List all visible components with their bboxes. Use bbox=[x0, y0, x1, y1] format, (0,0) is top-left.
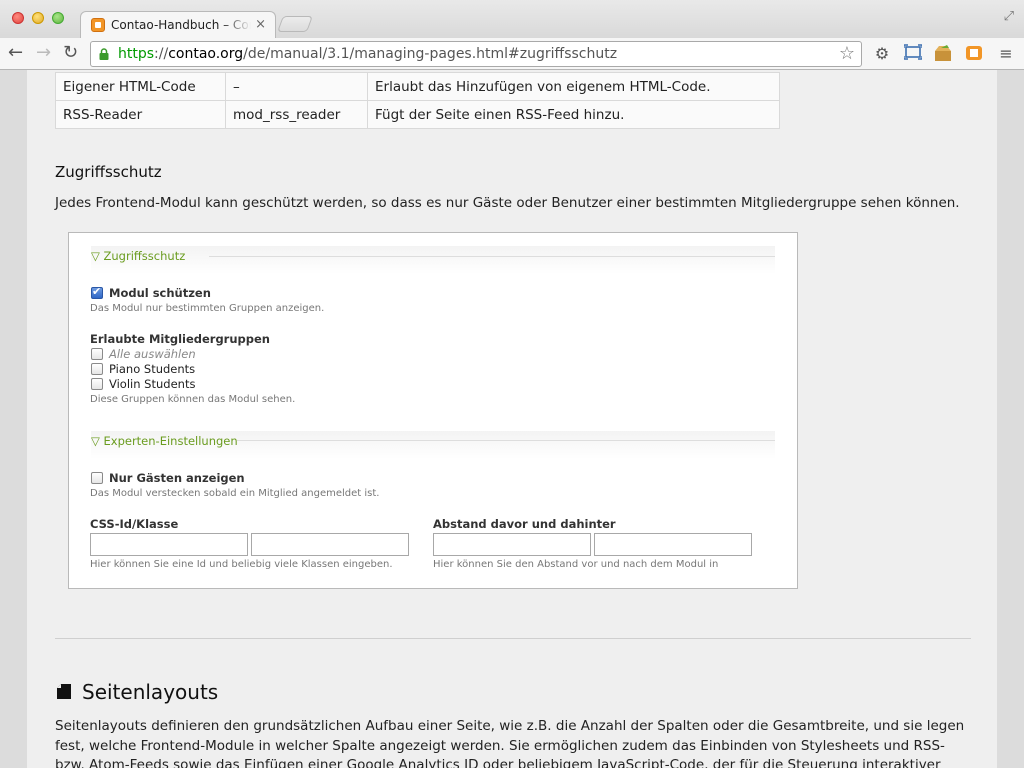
forward-arrow-icon[interactable]: → bbox=[36, 43, 51, 63]
legend-zugriffsschutz[interactable]: ▽ Zugriffsschutz bbox=[91, 249, 185, 263]
protect-module-help: Das Modul nur bestimmten Gruppen anzeige… bbox=[90, 303, 325, 314]
table-cell: RSS-Reader bbox=[55, 100, 226, 129]
table-cell: – bbox=[225, 72, 368, 101]
fullscreen-icon[interactable]: ⤢ bbox=[1004, 9, 1014, 24]
section-divider bbox=[55, 638, 971, 639]
legend-shade bbox=[91, 246, 775, 274]
groups-help: Diese Gruppen können das Modul sehen. bbox=[90, 394, 296, 405]
url-host: contao.org bbox=[168, 46, 244, 62]
legend-experten[interactable]: ▽ Experten-Einstellungen bbox=[91, 434, 238, 448]
table-cell: mod_rss_reader bbox=[225, 100, 368, 129]
document-icon bbox=[57, 684, 71, 699]
back-arrow-icon[interactable]: ← bbox=[8, 43, 23, 63]
table-row: RSS-Reader mod_rss_reader Fügt der Seite… bbox=[55, 100, 780, 129]
legend-divider bbox=[209, 256, 775, 257]
minimize-window-button[interactable] bbox=[32, 12, 44, 24]
reload-icon[interactable]: ↻ bbox=[63, 43, 78, 63]
css-id-input[interactable] bbox=[90, 533, 248, 556]
table-row: Eigener HTML-Code – Erlaubt das Hinzufüg… bbox=[55, 72, 780, 101]
access-protection-screenshot: ▽ Zugriffsschutz Modul schützen Das Modu… bbox=[68, 232, 798, 589]
group-piano-checkbox[interactable] bbox=[91, 363, 103, 375]
gear-icon[interactable]: ⚙ bbox=[872, 44, 892, 64]
page-viewport: Eigener HTML-Code – Erlaubt das Hinzufüg… bbox=[0, 70, 1024, 768]
select-all-checkbox[interactable] bbox=[91, 348, 103, 360]
extension-box-icon[interactable] bbox=[933, 44, 953, 64]
guests-only-help: Das Modul verstecken sobald ein Mitglied… bbox=[90, 488, 380, 499]
select-all-label: Alle auswählen bbox=[109, 347, 196, 361]
guests-only-label: Nur Gästen anzeigen bbox=[109, 471, 245, 485]
table-cell: Fügt der Seite einen RSS-Feed hinzu. bbox=[367, 100, 780, 129]
browser-tab[interactable]: Contao-Handbuch – Contao × bbox=[80, 11, 276, 39]
space-after-input[interactable] bbox=[594, 533, 752, 556]
close-window-button[interactable] bbox=[12, 12, 24, 24]
screen-capture-icon[interactable] bbox=[903, 44, 923, 64]
url-path: /de/manual/3.1/managing-pages.html#zugri… bbox=[243, 46, 618, 62]
section-lead-text: Jedes Frontend-Modul kann geschützt werd… bbox=[55, 195, 960, 211]
protect-module-label: Modul schützen bbox=[109, 286, 211, 300]
guests-only-checkbox[interactable] bbox=[91, 472, 103, 484]
url-text[interactable]: https://contao.org/de/manual/3.1/managin… bbox=[118, 46, 617, 62]
css-class-input[interactable] bbox=[251, 533, 409, 556]
group-piano-label: Piano Students bbox=[109, 362, 196, 376]
bookmark-star-icon[interactable]: ☆ bbox=[839, 43, 855, 64]
protect-module-checkbox[interactable] bbox=[91, 285, 103, 299]
seitenlayouts-text: Seitenlayouts definieren den grundsätzli… bbox=[55, 718, 965, 768]
title-bar: Contao-Handbuch – Contao × ⤢ bbox=[0, 0, 1024, 39]
space-before-input[interactable] bbox=[433, 533, 591, 556]
url-scheme: https bbox=[118, 46, 155, 62]
lock-icon bbox=[99, 48, 109, 60]
menu-hamburger-icon[interactable]: ≡ bbox=[996, 44, 1016, 64]
maximize-window-button[interactable] bbox=[52, 12, 64, 24]
modules-table: Eigener HTML-Code – Erlaubt das Hinzufüg… bbox=[55, 72, 780, 129]
table-cell: Erlaubt das Hinzufügen von eigenem HTML-… bbox=[367, 72, 780, 101]
new-tab-button[interactable] bbox=[277, 16, 313, 32]
legend-divider bbox=[237, 440, 775, 441]
css-id-label: CSS-Id/Klasse bbox=[90, 517, 179, 531]
contao-extension-icon[interactable] bbox=[964, 44, 984, 64]
browser-toolbar: ← → ↻ https://contao.org/de/manual/3.1/m… bbox=[0, 38, 1024, 70]
css-help: Hier können Sie eine Id und beliebig vie… bbox=[90, 559, 393, 570]
tab-title: Contao-Handbuch – Contao bbox=[111, 18, 251, 32]
address-bar[interactable]: https://contao.org/de/manual/3.1/managin… bbox=[90, 41, 862, 67]
url-separator: :// bbox=[154, 46, 169, 62]
group-violin-checkbox[interactable] bbox=[91, 378, 103, 390]
seitenlayouts-heading: Seitenlayouts bbox=[82, 680, 219, 704]
spacing-help: Hier können Sie den Abstand vor und nach… bbox=[433, 559, 719, 570]
contao-favicon-icon bbox=[91, 18, 105, 32]
tab-close-icon[interactable]: × bbox=[255, 17, 266, 32]
manual-page: Eigener HTML-Code – Erlaubt das Hinzufüg… bbox=[27, 70, 997, 768]
group-violin-label: Violin Students bbox=[109, 377, 196, 391]
section-heading: Zugriffsschutz bbox=[55, 163, 162, 181]
spacing-label: Abstand davor und dahinter bbox=[433, 517, 616, 531]
table-cell: Eigener HTML-Code bbox=[55, 72, 226, 101]
groups-label: Erlaubte Mitgliedergruppen bbox=[90, 332, 270, 346]
